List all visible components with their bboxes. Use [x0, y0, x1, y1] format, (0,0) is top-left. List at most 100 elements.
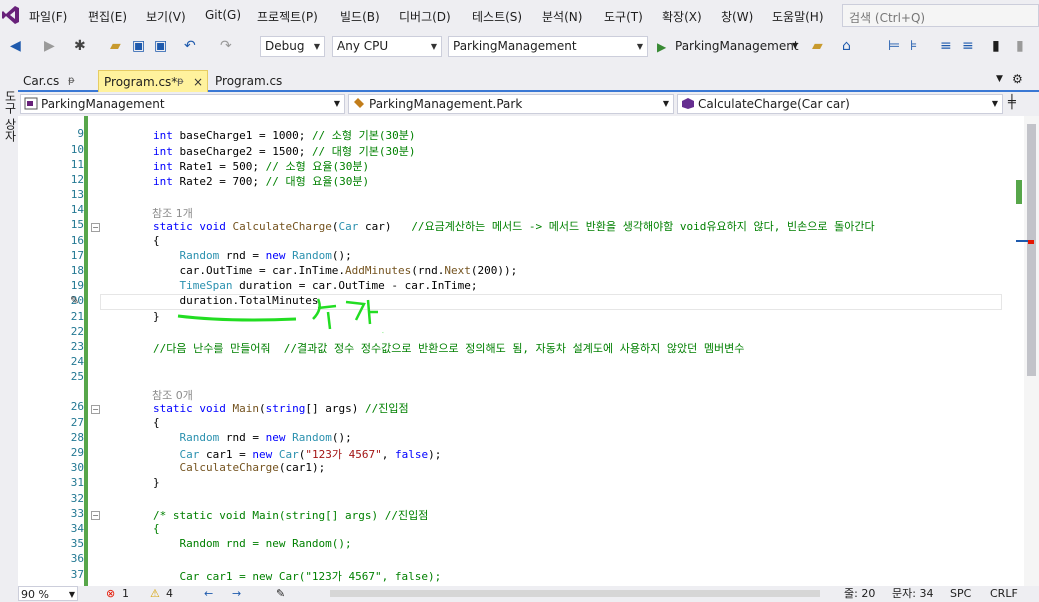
tab-program-cs[interactable]: Program.cs	[210, 70, 290, 92]
menu-debug[interactable]: 디버그(D)	[399, 8, 451, 25]
scroll-thumb[interactable]	[1027, 124, 1036, 376]
line-ending-indicator[interactable]: CRLF	[990, 586, 1018, 601]
chevron-down-icon: ▼	[662, 99, 669, 108]
code-line: int baseCharge1 = 1000; // 소형 기본(30분)	[152, 129, 416, 142]
collapse-toggle[interactable]: −	[91, 405, 100, 414]
menu-extensions[interactable]: 확장(X)	[662, 8, 702, 25]
indent-icon[interactable]: ⊧	[910, 38, 917, 54]
quick-actions-brush-icon[interactable]: ✎	[70, 294, 79, 307]
error-icon[interactable]: ⊗	[106, 586, 115, 601]
code-line: {	[100, 416, 160, 429]
folder-icon[interactable]: ▰	[812, 38, 823, 54]
line-number: 33	[70, 507, 84, 520]
error-marker	[1028, 240, 1034, 244]
line-number: 22	[70, 325, 84, 338]
menu-view[interactable]: 보기(V)	[146, 8, 186, 25]
zoom-select[interactable]: 90 % ▼	[18, 586, 78, 601]
visual-studio-logo-icon[interactable]	[2, 5, 20, 25]
forward-icon[interactable]: ▶	[44, 38, 55, 54]
redo-icon[interactable]: ↷	[220, 38, 232, 54]
member-dropdown[interactable]: CalculateCharge(Car car) ▼	[677, 94, 1003, 114]
collapse-toggle[interactable]: −	[91, 511, 100, 520]
menu-tools[interactable]: 도구(T)	[604, 8, 643, 25]
menu-analyze[interactable]: 분석(N)	[542, 8, 582, 25]
annotation-text: 추가	[382, 331, 384, 334]
warning-count[interactable]: 4	[166, 586, 173, 601]
menu-window[interactable]: 창(W)	[721, 8, 753, 25]
tab-overflow-icon[interactable]: ▼	[996, 74, 1003, 84]
run-icon[interactable]: ▶	[657, 39, 666, 55]
live-share-icon[interactable]: ⌂	[842, 38, 851, 54]
menu-help[interactable]: 도움말(H)	[772, 8, 824, 25]
comment-icon[interactable]: ≡	[940, 38, 952, 54]
close-icon[interactable]: ×	[193, 71, 203, 93]
new-project-icon[interactable]: ✱	[74, 38, 86, 54]
pin-icon[interactable]: ᵽ	[177, 71, 184, 93]
code-line: CalculateCharge(car1);	[179, 461, 326, 474]
line-number: 23	[70, 340, 84, 353]
code-cleanup-icon[interactable]: ✎	[276, 586, 285, 601]
back-icon[interactable]: ◀	[10, 38, 21, 54]
line-number: 11	[70, 158, 84, 171]
next-issue-icon[interactable]: →	[232, 586, 241, 601]
collapse-toggle[interactable]: −	[91, 223, 100, 232]
code-editor[interactable]: 9 10 11 12 13 14 15 16 17 18 19 20 21 22…	[18, 116, 1024, 586]
tab-car-cs[interactable]: Car.cs ᵽ	[18, 70, 96, 92]
split-editor-icon[interactable]: ╪	[1008, 95, 1016, 110]
warning-icon[interactable]: ⚠	[150, 586, 160, 601]
tab-program-cs-modified[interactable]: Program.cs* ᵽ ×	[98, 70, 208, 92]
line-number: 9	[77, 127, 84, 140]
code-line: Random rnd = new Random();	[179, 431, 352, 444]
whitespace-indicator[interactable]: SPC	[950, 586, 971, 601]
tab-label: Car.cs	[23, 74, 60, 88]
code-line: int Rate1 = 500; // 소형 요율(30분)	[152, 160, 370, 173]
code-line: static void Main(string[] args) //진입점	[152, 402, 409, 415]
bookmark-next-icon[interactable]: ▮	[1016, 38, 1024, 54]
uncomment-icon[interactable]: ≡	[962, 38, 974, 54]
format-icon[interactable]: ⊨	[888, 38, 900, 54]
method-icon	[682, 98, 694, 109]
vertical-scrollbar[interactable]	[1016, 116, 1039, 586]
open-file-icon[interactable]: ▰	[110, 38, 121, 54]
menu-file[interactable]: 파일(F)	[29, 8, 67, 25]
project-dropdown[interactable]: ParkingManagement ▼	[20, 94, 345, 114]
code-line: //다음 난수를 만들어줘 //결과값 정수 정수값으로 반환으로 정의해도 됨…	[152, 342, 745, 355]
startup-project-select[interactable]: ParkingManagement ▼	[448, 36, 648, 57]
menu-edit[interactable]: 편집(E)	[88, 8, 127, 25]
undo-icon[interactable]: ↶	[184, 38, 196, 54]
bookmark-icon[interactable]: ▮	[992, 38, 1000, 54]
class-value: ParkingManagement.Park	[369, 97, 523, 111]
menu-project[interactable]: 프로젝트(P)	[257, 8, 318, 25]
save-icon[interactable]: ▣	[132, 38, 145, 54]
code-line: }	[100, 476, 160, 489]
line-number: 18	[70, 264, 84, 277]
pin-icon[interactable]: ᵽ	[68, 70, 75, 92]
menu-build[interactable]: 빌드(B)	[340, 8, 380, 25]
platform-select[interactable]: Any CPU ▼	[332, 36, 442, 57]
line-number: 31	[70, 476, 84, 489]
search-input[interactable]: 검색 (Ctrl+Q)	[842, 4, 1039, 27]
startup-project-value: ParkingManagement	[453, 39, 577, 53]
line-number: 36	[70, 552, 84, 565]
line-number: 24	[70, 355, 84, 368]
menu-test[interactable]: 테스트(S)	[472, 8, 522, 25]
run-button[interactable]: ParkingManagement	[675, 37, 799, 55]
code-line: }	[100, 310, 160, 323]
code-line: TimeSpan duration = car.OutTime - car.In…	[179, 279, 478, 292]
gear-icon[interactable]: ⚙	[1012, 72, 1023, 86]
config-select[interactable]: Debug ▼	[260, 36, 325, 57]
menu-git[interactable]: Git(G)	[205, 8, 241, 22]
chevron-down-icon: ▼	[313, 42, 320, 51]
chevron-down-icon[interactable]: ▼	[792, 37, 798, 55]
changes-marker	[1016, 180, 1022, 204]
toolbox-label[interactable]: 도구 상자	[2, 90, 19, 142]
member-value: CalculateCharge(Car car)	[698, 97, 850, 111]
line-number: 35	[70, 537, 84, 550]
class-dropdown[interactable]: ParkingManagement.Park ▼	[348, 94, 674, 114]
save-all-icon[interactable]: ▣	[154, 38, 167, 54]
horizontal-scrollbar[interactable]	[330, 590, 820, 597]
previous-issue-icon[interactable]: ←	[204, 586, 213, 601]
class-icon	[354, 98, 364, 108]
navigation-bar: ParkingManagement ▼ ParkingManagement.Pa…	[18, 92, 1039, 116]
error-count[interactable]: 1	[122, 586, 129, 601]
